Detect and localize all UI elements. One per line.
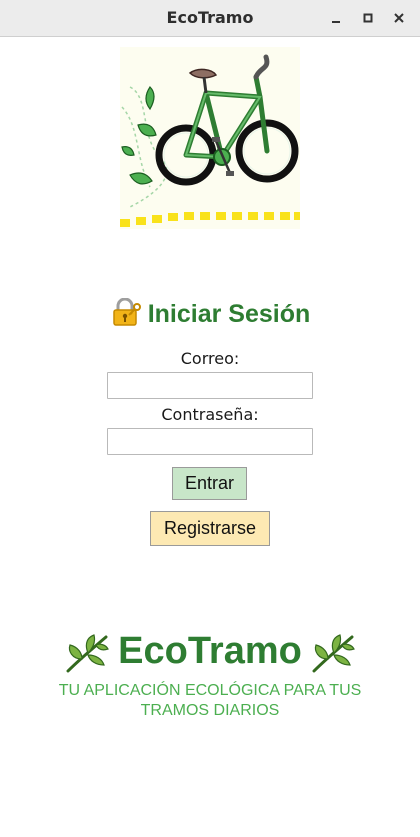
herb-icon: [312, 634, 355, 673]
close-icon[interactable]: [389, 8, 409, 28]
brand-name: EcoTramo: [118, 630, 302, 672]
window-titlebar: EcoTramo: [0, 0, 420, 37]
maximize-icon[interactable]: [358, 8, 378, 28]
login-title: Iniciar Sesión: [0, 297, 420, 329]
password-field[interactable]: [107, 428, 313, 455]
enter-button[interactable]: Entrar: [172, 467, 247, 500]
bicycle-logo-image: [120, 47, 300, 229]
lock-with-key-icon: [112, 297, 141, 326]
window-title: EcoTramo: [166, 8, 254, 27]
email-field[interactable]: [107, 372, 313, 399]
password-label: Contraseña:: [161, 405, 259, 424]
brand-heading: EcoTramo: [0, 626, 420, 676]
register-button[interactable]: Registrarse: [150, 511, 270, 546]
minimize-icon[interactable]: [326, 8, 346, 28]
herb-icon: [66, 634, 109, 673]
login-title-text: Iniciar Sesión: [147, 300, 311, 328]
email-label: Correo:: [180, 349, 240, 368]
brand-tagline: TU APLICACIÓN ECOLÓGICA PARA TUS TRAMOS …: [58, 682, 362, 719]
